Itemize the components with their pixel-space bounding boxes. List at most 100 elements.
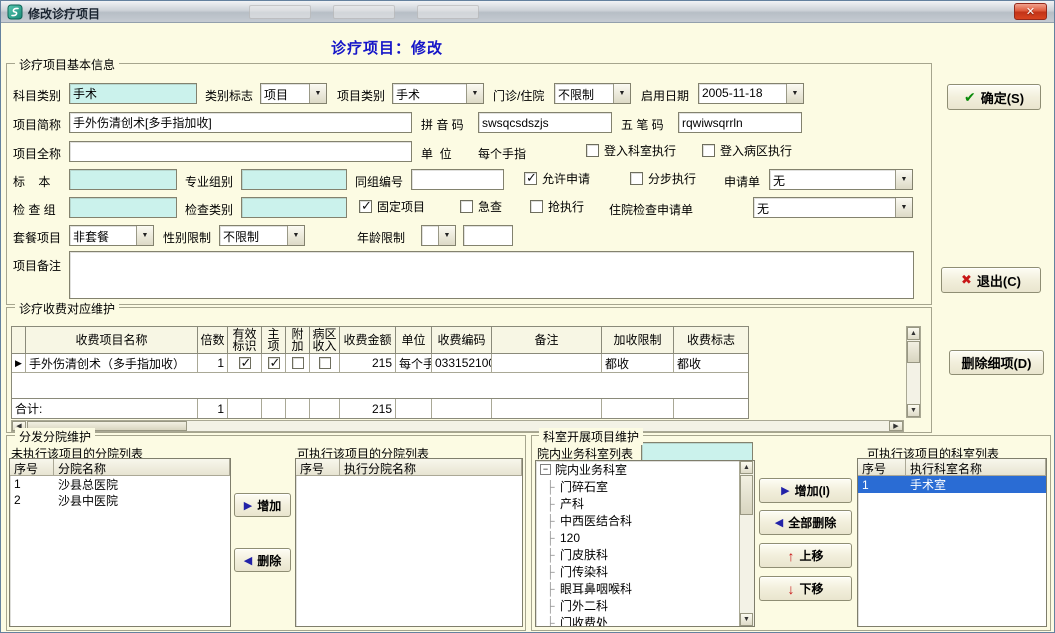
background-window-artifact [417, 5, 479, 19]
tree-node[interactable]: ├ 眼耳鼻咽喉科 [536, 580, 754, 597]
column-header: 收费编码 [432, 327, 492, 354]
tree-vscrollbar[interactable]: ▲ ▼ [739, 461, 754, 626]
tree-node[interactable]: ├ 门皮肤科 [536, 546, 754, 563]
fee-multiple: 1 [198, 354, 228, 373]
tree-node[interactable]: ├ 产科 [536, 495, 754, 512]
ok-button[interactable]: ✔ 确定(S) [947, 84, 1041, 110]
extra-checkbox[interactable] [286, 354, 310, 373]
list-item[interactable]: 1 沙县总医院 [10, 476, 230, 492]
add-branch-button[interactable]: ▶ 增加 [234, 493, 291, 517]
delete-detail-button[interactable]: 删除细项(D) [949, 350, 1044, 375]
specimen-input[interactable] [69, 169, 177, 190]
full-name-input[interactable] [69, 141, 412, 162]
gender-limit-select[interactable]: 不限制 ▼ [219, 225, 305, 246]
urgent-checkbox[interactable]: 急查 [460, 199, 502, 214]
step-exec-checkbox[interactable]: 分步执行 [630, 171, 696, 186]
inpatient-apply-form-select[interactable]: 无 ▼ [753, 197, 913, 218]
prof-group-input[interactable] [241, 169, 347, 190]
add-dept-button[interactable]: ▶ 增加(I) [759, 478, 852, 503]
wubi-code-input[interactable] [678, 112, 802, 133]
remove-branch-button[interactable]: ◀ 删除 [234, 548, 291, 572]
group-no-input[interactable] [411, 169, 504, 190]
fee-header-row: 收费项目名称 倍数 有效 标识 主 项 附 加 病区 收入 收费金额 单位 收费… [12, 327, 748, 354]
close-button[interactable]: ✕ [1014, 3, 1047, 20]
scroll-down-icon[interactable]: ▼ [907, 404, 920, 417]
ward-income-checkbox[interactable] [310, 354, 340, 373]
item-type-select[interactable]: 手术 ▼ [392, 83, 484, 104]
dept-exec-checkbox[interactable]: 登入科室执行 [586, 143, 676, 158]
age-limit-select[interactable]: ▼ [421, 225, 456, 246]
type-flag-select[interactable]: 项目 ▼ [260, 83, 327, 104]
tree-node[interactable]: ├ 门外二科 [536, 597, 754, 614]
main-item-checkbox[interactable] [262, 354, 286, 373]
tree-node[interactable]: ├ 120 [536, 529, 754, 546]
list-item[interactable]: 2 沙县中医院 [10, 492, 230, 508]
check-group-input[interactable] [69, 197, 177, 218]
subject-category-label: 科目类别 [13, 89, 62, 103]
fixed-item-checkbox[interactable]: 固定项目 [359, 198, 425, 214]
tree-node[interactable]: ├ 中西医结合科 [536, 512, 754, 529]
list-header: 序号 执行科室名称 [858, 459, 1046, 476]
column-header[interactable]: 序号 [10, 459, 54, 476]
list-item-selected[interactable]: 1 手术室 [858, 476, 1046, 493]
tree-node[interactable]: ├ 门传染科 [536, 563, 754, 580]
chevron-down-icon[interactable]: ▼ [309, 84, 326, 103]
valid-flag-checkbox[interactable] [228, 354, 262, 373]
title-bar[interactable]: 修改诊疗项目 ✕ [1, 1, 1054, 23]
checkbox-box [359, 198, 372, 214]
chevron-down-icon[interactable]: ▼ [613, 84, 630, 103]
clinic-type-select[interactable]: 不限制 ▼ [554, 83, 631, 104]
scroll-up-icon[interactable]: ▲ [740, 461, 753, 474]
tree-node[interactable]: ├ 门收费处 [536, 614, 754, 627]
checkbox-box [586, 143, 599, 157]
chevron-down-icon[interactable]: ▼ [136, 226, 153, 245]
check-type-input[interactable] [241, 197, 347, 218]
chevron-down-icon[interactable]: ▼ [287, 226, 304, 245]
chevron-down-icon[interactable]: ▼ [786, 84, 803, 103]
tree-node[interactable]: ├ 门碎石室 [536, 478, 754, 495]
column-header[interactable]: 执行科室名称 [906, 459, 1046, 476]
branch-name: 沙县总医院 [58, 477, 119, 492]
column-header[interactable]: 序号 [858, 459, 906, 476]
scroll-thumb[interactable] [740, 475, 753, 515]
subject-category-input[interactable] [69, 83, 197, 104]
dept-name: 门碎石室 [560, 480, 609, 494]
apply-form-value: 无 [773, 174, 786, 188]
chevron-down-icon[interactable]: ▼ [895, 198, 912, 217]
scroll-right-icon[interactable]: ▶ [889, 421, 903, 431]
remove-all-dept-button[interactable]: ◀ 全部删除 [759, 510, 852, 535]
apply-form-select[interactable]: 无 ▼ [769, 169, 913, 190]
scroll-down-icon[interactable]: ▼ [740, 613, 753, 626]
pinyin-code-input[interactable] [478, 112, 612, 133]
column-header[interactable]: 执行分院名称 [340, 459, 522, 476]
allow-apply-checkbox[interactable]: 允许申请 [524, 170, 591, 186]
dept-search-input[interactable] [641, 442, 753, 461]
grab-exec-checkbox[interactable]: 抢执行 [530, 199, 584, 214]
column-header[interactable]: 序号 [296, 459, 340, 476]
chevron-down-icon[interactable]: ▼ [895, 170, 912, 189]
age-limit-input[interactable] [463, 225, 513, 246]
tree-node-root[interactable]: − 院内业务科室 [536, 461, 754, 478]
scroll-up-icon[interactable]: ▲ [907, 327, 920, 340]
move-up-button[interactable]: ↑ 上移 [759, 543, 852, 568]
chevron-down-icon[interactable]: ▼ [438, 226, 455, 245]
column-header[interactable]: 分院名称 [54, 459, 230, 476]
fee-data-row[interactable]: ▶ 手外伤清创术（多手指加收） 1 215 每个手 033152100 都收 都… [12, 354, 748, 373]
app-icon [7, 4, 23, 20]
collapse-icon[interactable]: − [540, 464, 551, 475]
column-header: 备注 [492, 327, 602, 354]
chevron-down-icon[interactable]: ▼ [466, 84, 483, 103]
fee-vscrollbar[interactable]: ▲ ▼ [906, 326, 921, 418]
start-date-select[interactable]: 2005-11-18 ▼ [698, 83, 804, 104]
package-select[interactable]: 非套餐 ▼ [69, 225, 154, 246]
exit-button[interactable]: ✖ 退出(C) [941, 267, 1041, 293]
ward-exec-checkbox[interactable]: 登入病区执行 [702, 143, 792, 158]
scroll-thumb[interactable] [907, 341, 920, 363]
remark-textarea[interactable] [69, 251, 914, 299]
short-name-input[interactable] [69, 112, 412, 133]
fee-hscrollbar[interactable]: ◀ ▶ [11, 420, 904, 432]
arrow-up-icon: ↑ [787, 547, 795, 564]
move-down-button[interactable]: ↓ 下移 [759, 576, 852, 601]
checkbox-label: 允许申请 [542, 171, 591, 186]
fee-legend: 诊疗收费对应维护 [15, 300, 120, 317]
